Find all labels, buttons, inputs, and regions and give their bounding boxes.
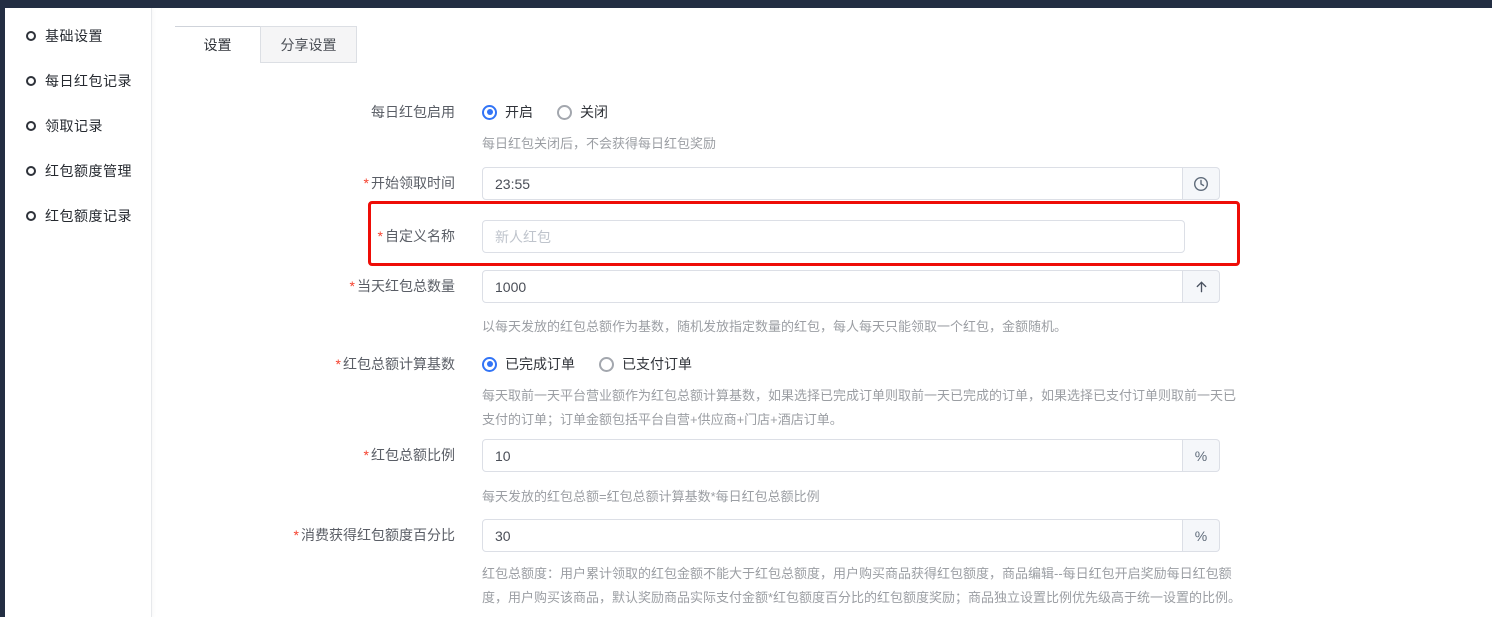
tab-share-settings[interactable]: 分享设置 (260, 26, 357, 63)
total-ratio-input[interactable] (482, 439, 1183, 472)
circle-icon (26, 166, 36, 176)
radio-label: 关闭 (580, 102, 608, 122)
help-text: 每天发放的红包总额=红包总额计算基数*每日红包总额比例 (482, 485, 1220, 509)
help-text: 每日红包关闭后，不会获得每日红包奖励 (482, 132, 716, 156)
radio-label: 已完成订单 (505, 354, 575, 374)
sidebar-item-label: 每日红包记录 (45, 71, 132, 91)
radio-label: 已支付订单 (622, 354, 692, 374)
clock-icon[interactable] (1183, 167, 1220, 200)
sidebar-item-basic-settings[interactable]: 基础设置 (5, 13, 151, 58)
sidebar-item-label: 红包额度记录 (45, 206, 132, 226)
field-label: *红包总额比例 (152, 439, 455, 472)
field-label: *当天红包总数量 (152, 270, 455, 303)
sidebar-item-claim-records[interactable]: 领取记录 (5, 103, 151, 148)
field-label-text: 自定义名称 (385, 228, 455, 244)
form-row-custom-name: *自定义名称 (152, 220, 1185, 253)
start-time-input[interactable] (482, 167, 1183, 200)
tab-settings[interactable]: 设置 (175, 26, 260, 63)
radio-enable-on[interactable] (482, 105, 497, 120)
daily-count-input[interactable] (482, 270, 1183, 303)
form-row-total-ratio: *红包总额比例 % 每天发放的红包总额=红包总额计算基数*每日红包总额比例 (152, 439, 1220, 509)
sidebar-item-label: 基础设置 (45, 26, 103, 46)
field-label-text: 当天红包总数量 (357, 278, 455, 294)
field-label: *开始领取时间 (152, 167, 455, 200)
form-row-daily-count: *当天红包总数量 以每天发放的红包总额作为基数，随机发放指定数量的红包，每人每天… (152, 270, 1220, 339)
required-asterisk: * (350, 278, 355, 294)
sidebar-item-label: 红包额度管理 (45, 161, 132, 181)
circle-icon (26, 76, 36, 86)
radio-label: 开启 (505, 102, 533, 122)
percent-suffix: % (1183, 439, 1220, 472)
field-label: *消费获得红包额度百分比 (152, 519, 455, 552)
sidebar-item-daily-redpacket-records[interactable]: 每日红包记录 (5, 58, 151, 103)
form-row-start-time: *开始领取时间 (152, 167, 1220, 200)
field-label-text: 消费获得红包额度百分比 (301, 527, 455, 543)
consume-ratio-input[interactable] (482, 519, 1183, 552)
radio-enable-off[interactable] (557, 105, 572, 120)
circle-icon (26, 121, 36, 131)
arrow-up-icon[interactable] (1183, 270, 1220, 303)
required-asterisk: * (364, 447, 369, 463)
required-asterisk: * (294, 527, 299, 543)
field-label: *红包总额计算基数 (152, 354, 455, 374)
radio-paid-orders[interactable] (599, 357, 614, 372)
required-asterisk: * (378, 228, 383, 244)
field-label-text: 红包总额比例 (371, 447, 455, 463)
sidebar-item-quota-management[interactable]: 红包额度管理 (5, 148, 151, 193)
required-asterisk: * (364, 175, 369, 191)
field-label-text: 开始领取时间 (371, 175, 455, 191)
field-label-text: 每日红包启用 (371, 104, 455, 120)
circle-icon (26, 211, 36, 221)
help-text: 以每天发放的红包总额作为基数，随机发放指定数量的红包，每人每天只能领取一个红包，… (482, 315, 1220, 339)
sidebar-item-quota-records[interactable]: 红包额度记录 (5, 193, 151, 238)
required-asterisk: * (336, 356, 341, 372)
custom-name-input[interactable] (482, 220, 1185, 253)
radio-completed-orders[interactable] (482, 357, 497, 372)
circle-icon (26, 31, 36, 41)
form-row-daily-enable: 每日红包启用 开启 关闭 每日红包关闭后，不会获得每日红包奖励 (152, 102, 716, 156)
tab-bar: 设置 分享设置 (175, 26, 357, 63)
help-text: 红包总额度：用户累计领取的红包金额不能大于红包总额度，用户购买商品获得红包额度，… (482, 562, 1246, 610)
form-row-calc-base: *红包总额计算基数 已完成订单 已支付订单 每天取前一天平台营业额作为红包总额计… (152, 354, 1246, 432)
form-row-consume-ratio: *消费获得红包额度百分比 % 红包总额度：用户累计领取的红包金额不能大于红包总额… (152, 519, 1246, 610)
top-bar (0, 0, 1492, 8)
field-label: 每日红包启用 (152, 102, 455, 122)
field-label: *自定义名称 (152, 220, 455, 253)
help-text: 每天取前一天平台营业额作为红包总额计算基数，如果选择已完成订单则取前一天已完成的… (482, 384, 1246, 432)
left-edge-bar (0, 0, 5, 617)
percent-suffix: % (1183, 519, 1220, 552)
sidebar-item-label: 领取记录 (45, 116, 103, 136)
field-label-text: 红包总额计算基数 (343, 356, 455, 372)
sidebar: 基础设置 每日红包记录 领取记录 红包额度管理 红包额度记录 (5, 8, 152, 617)
